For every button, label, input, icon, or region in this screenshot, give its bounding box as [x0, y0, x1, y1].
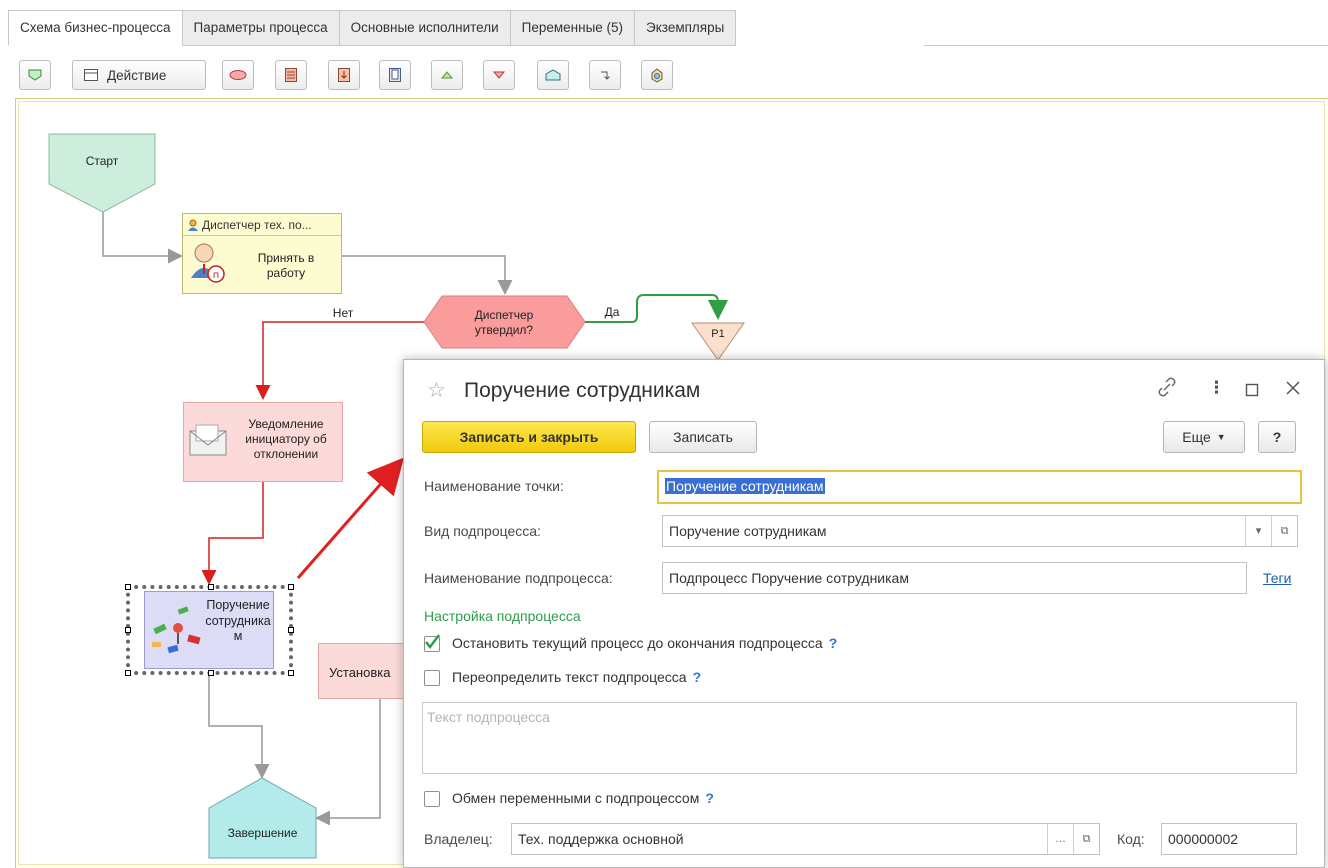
- tags-link[interactable]: Теги: [1263, 570, 1291, 586]
- exchange-vars-checkbox[interactable]: [424, 791, 440, 807]
- subprocess-name-value: Подпроцесс Поручение сотрудникам: [669, 570, 909, 586]
- split-label: Р1: [711, 328, 725, 340]
- more-button-label: Еще: [1182, 429, 1211, 445]
- help-question-icon[interactable]: ?: [705, 790, 714, 806]
- help-button[interactable]: ?: [1258, 421, 1296, 453]
- notify-node[interactable]: Уведомление инициатору об отклонении: [183, 402, 343, 482]
- more-icon[interactable]: ⋮: [1208, 378, 1225, 398]
- subprocess-text-placeholder: Текст подпроцесса: [427, 709, 550, 725]
- help-question-icon[interactable]: ?: [829, 635, 838, 651]
- svg-text:п: п: [213, 270, 220, 281]
- notify-label: Уведомление инициатору об отклонении: [245, 417, 327, 461]
- open-icon[interactable]: ⧉: [1271, 516, 1297, 546]
- assignment-icon: п: [191, 243, 225, 283]
- exchange-vars-text: Обмен переменными с подпроцессом: [452, 790, 700, 806]
- subprocess-body: Поручение сотрудникам: [144, 591, 274, 669]
- subprocess-text-area[interactable]: Текст подпроцесса: [422, 702, 1297, 774]
- checkmark-icon: [425, 634, 440, 649]
- finish-node[interactable]: [208, 777, 317, 859]
- override-text-checkbox[interactable]: [424, 670, 440, 686]
- save-and-close-button[interactable]: Записать и закрыть: [422, 421, 636, 453]
- task-name: Принять в работу: [257, 251, 315, 280]
- exchange-vars-label: Обмен переменными с подпроцессом?: [452, 790, 714, 806]
- code-label: Код:: [1117, 831, 1145, 847]
- connector-install-finish: [315, 699, 381, 826]
- subprocess-kind-label: Вид подпроцесса:: [424, 523, 541, 539]
- stop-current-label: Остановить текущий процесс до окончания …: [452, 635, 837, 651]
- finish-node-label: Завершение: [227, 826, 298, 840]
- stop-current-checkbox[interactable]: [424, 634, 440, 652]
- override-text-label: Переопределить текст подпроцесса?: [452, 669, 701, 685]
- override-text-text: Переопределить текст подпроцесса: [452, 669, 687, 685]
- resize-handle[interactable]: [288, 584, 294, 590]
- maximize-icon[interactable]: [1245, 382, 1259, 402]
- favorite-star-icon[interactable]: ☆: [427, 378, 446, 403]
- owner-input[interactable]: Тех. поддержка основной … ⧉: [511, 823, 1100, 855]
- resize-handle[interactable]: [288, 627, 294, 633]
- connector-start-task: [102, 212, 183, 264]
- start-node[interactable]: [48, 133, 156, 213]
- owner-value: Тех. поддержка основной: [518, 831, 684, 847]
- resize-handle[interactable]: [208, 670, 214, 676]
- stop-current-text: Остановить текущий процесс до окончания …: [452, 635, 823, 651]
- subprocess-kind-select[interactable]: Поручение сотрудникам ▾ ⧉: [662, 515, 1298, 547]
- connector-subprocess-finish: [208, 675, 270, 779]
- resize-handle[interactable]: [288, 670, 294, 676]
- subprocess-settings-heading: Настройка подпроцесса: [424, 608, 581, 624]
- subprocess-kind-value: Поручение сотрудникам: [669, 523, 827, 539]
- connector-no-branch: [255, 321, 424, 400]
- dialog-title: Поручение сотрудникам: [464, 379, 701, 402]
- start-node-label: Старт: [85, 154, 119, 168]
- code-input[interactable]: 000000002: [1161, 823, 1297, 855]
- code-value: 000000002: [1168, 831, 1239, 847]
- resize-handle[interactable]: [125, 670, 131, 676]
- condition-label: Диспетчер утвердил?: [474, 308, 534, 337]
- help-question-icon[interactable]: ?: [693, 669, 702, 685]
- connector-notify-subprocess: [201, 482, 264, 585]
- chevron-down-icon: ▼: [1216, 432, 1226, 442]
- branch-yes-label: Да: [604, 305, 620, 319]
- resize-handle[interactable]: [208, 584, 214, 590]
- more-button[interactable]: Еще ▼: [1163, 421, 1245, 453]
- point-name-value: Поручение сотрудникам: [665, 478, 825, 494]
- point-name-label: Наименование точки:: [424, 478, 564, 494]
- save-button[interactable]: Записать: [649, 421, 757, 453]
- owner-label: Владелец:: [424, 831, 493, 847]
- task-node[interactable]: Диспетчер тех. по... п Принять в работу: [182, 213, 342, 294]
- subprocess-name-input[interactable]: Подпроцесс Поручение сотрудникам: [662, 562, 1247, 594]
- task-performer-label: Диспетчер тех. по...: [202, 217, 312, 232]
- branch-no-label: Нет: [332, 306, 354, 320]
- install-label: Установка: [329, 665, 391, 680]
- subprocess-people-icon: [152, 606, 201, 654]
- subprocess-label: Поручение сотрудникам: [205, 598, 271, 643]
- point-name-input[interactable]: Поручение сотрудникам: [657, 470, 1302, 504]
- select-ellipsis-icon[interactable]: …: [1047, 824, 1073, 854]
- connector-task-condition: [342, 255, 513, 295]
- close-icon[interactable]: [1285, 380, 1301, 401]
- resize-handle[interactable]: [125, 627, 131, 633]
- link-icon[interactable]: [1156, 376, 1178, 403]
- subprocess-dialog: ☆ Поручение сотрудникам ⋮ Записать и зак…: [403, 359, 1325, 868]
- resize-handle[interactable]: [125, 584, 131, 590]
- subprocess-name-label: Наименование подпроцесса:: [424, 570, 613, 586]
- task-performer: Диспетчер тех. по...: [183, 214, 341, 236]
- envelope-icon: [189, 424, 227, 456]
- subprocess-node[interactable]: Поручение сотрудникам: [125, 584, 294, 676]
- open-icon[interactable]: ⧉: [1073, 824, 1099, 854]
- dropdown-arrow-icon[interactable]: ▾: [1245, 516, 1271, 546]
- user-icon: [188, 219, 198, 231]
